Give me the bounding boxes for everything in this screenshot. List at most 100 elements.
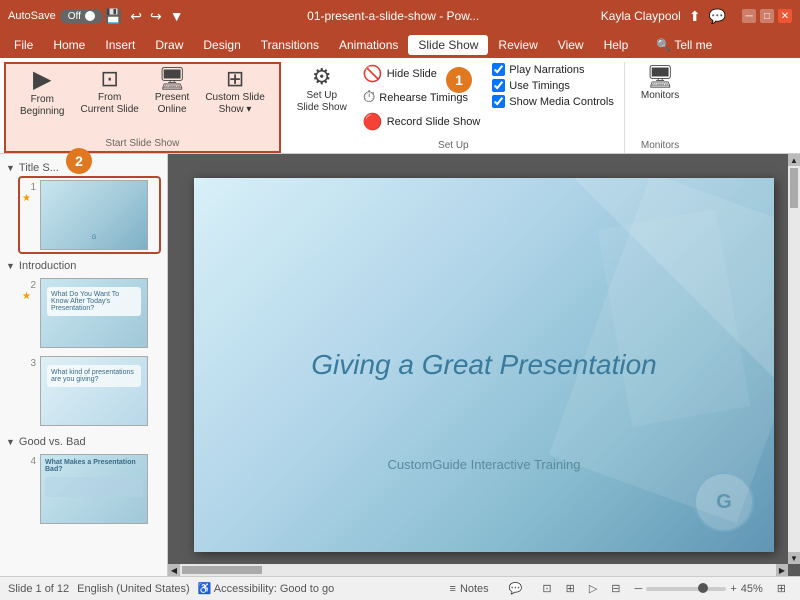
menu-review[interactable]: Review bbox=[488, 35, 547, 55]
comments-icon[interactable]: 💬 bbox=[709, 8, 726, 25]
from-current-label: FromCurrent Slide bbox=[80, 92, 138, 116]
present-online-button[interactable]: 🖥 PresentOnline bbox=[149, 64, 195, 120]
save-icon[interactable]: 💾 bbox=[103, 6, 124, 27]
record-icon: 🔴 bbox=[363, 112, 383, 132]
share-icon[interactable]: ⬆ bbox=[689, 8, 701, 25]
scroll-track-v[interactable] bbox=[788, 166, 800, 552]
show-media-controls-row[interactable]: Show Media Controls bbox=[490, 94, 616, 109]
menu-home[interactable]: Home bbox=[43, 35, 95, 55]
horizontal-scrollbar[interactable]: ◀ ▶ bbox=[168, 564, 788, 576]
scroll-right-button[interactable]: ▶ bbox=[776, 564, 788, 576]
title-right: Kayla Claypool ⬆ 💬 ─ □ ✕ bbox=[601, 8, 792, 25]
section-title[interactable]: ▼ Title S... bbox=[4, 158, 163, 176]
rehearse-timings-button[interactable]: ⏱ Rehearse Timings bbox=[357, 87, 486, 109]
slide-4-star: ★ bbox=[22, 467, 36, 478]
notes-button[interactable]: ≡ Notes bbox=[444, 581, 495, 597]
custom-slide-show-button[interactable]: ⊞ Custom SlideShow ▾ bbox=[199, 64, 270, 120]
menu-search[interactable]: 🔍 Tell me bbox=[646, 35, 722, 55]
slide-3-star: ★ bbox=[22, 369, 36, 380]
slide-thumb-3[interactable]: 3 ★ What kind of presentations are you g… bbox=[20, 354, 159, 428]
document-title: 01-present-a-slide-show - Pow... bbox=[186, 9, 601, 23]
menu-draw[interactable]: Draw bbox=[145, 35, 193, 55]
scroll-down-button[interactable]: ▼ bbox=[788, 552, 800, 564]
setup-label-group: Set Up bbox=[291, 138, 616, 153]
ribbon-group-start-slideshow: ▶ FromBeginning ⊡ FromCurrent Slide 🖥 Pr… bbox=[4, 62, 281, 153]
presenter-view-button[interactable]: ⊟ bbox=[605, 580, 626, 597]
menu-slideshow[interactable]: Slide Show bbox=[408, 35, 488, 55]
scroll-up-button[interactable]: ▲ bbox=[788, 154, 800, 166]
record-slideshow-button[interactable]: 🔴 Record Slide Show bbox=[357, 110, 486, 134]
normal-view-button[interactable]: ⊡ bbox=[536, 580, 557, 597]
section-intro-arrow: ▼ bbox=[6, 261, 15, 271]
autosave-label: AutoSave bbox=[8, 10, 56, 22]
menu-bar: File Home Insert Draw Design Transitions… bbox=[0, 32, 800, 58]
setup-buttons: ⚙ Set UpSlide Show 🚫 Hide Slide ⏱ Rehear… bbox=[291, 62, 616, 138]
slide-4-num: 4 bbox=[22, 454, 36, 467]
scroll-thumb-v[interactable] bbox=[790, 168, 798, 208]
zoom-out-button[interactable]: ─ bbox=[635, 583, 643, 595]
play-narrations-checkbox[interactable] bbox=[492, 63, 505, 76]
menu-help[interactable]: Help bbox=[594, 35, 639, 55]
scroll-left-button[interactable]: ◀ bbox=[168, 564, 180, 576]
slide-thumb-4[interactable]: 4 ★ What Makes a Presentation Bad? bbox=[20, 452, 159, 526]
reading-view-button[interactable]: ▷ bbox=[583, 580, 603, 597]
slide-1-num-area: 1 ★ bbox=[22, 180, 36, 204]
zoom-control: ─ + 45% bbox=[635, 583, 763, 595]
slide-1-thumbnail: G bbox=[40, 180, 148, 250]
customize-icon[interactable]: ▼ bbox=[168, 6, 186, 26]
close-button[interactable]: ✕ bbox=[778, 9, 792, 23]
from-current-slide-button[interactable]: ⊡ FromCurrent Slide bbox=[74, 64, 144, 120]
menu-animations[interactable]: Animations bbox=[329, 35, 408, 55]
section-goodbad-label: Good vs. Bad bbox=[19, 436, 86, 448]
monitors-icon: 🖥 bbox=[646, 66, 674, 88]
username: Kayla Claypool bbox=[601, 9, 681, 23]
monitors-btn-label: Monitors bbox=[641, 90, 679, 102]
slide-sorter-button[interactable]: ⊞ bbox=[560, 580, 581, 597]
redo-icon[interactable]: ↪ bbox=[148, 6, 164, 27]
menu-file[interactable]: File bbox=[4, 35, 43, 55]
from-beginning-label: FromBeginning bbox=[20, 94, 64, 118]
scroll-thumb-h[interactable] bbox=[182, 566, 262, 574]
hide-slide-button[interactable]: 🚫 Hide Slide bbox=[357, 62, 486, 86]
record-label: Record Slide Show bbox=[387, 116, 481, 128]
status-left: Slide 1 of 12 English (United States) ♿ … bbox=[8, 582, 436, 595]
slide-thumb-1[interactable]: 1 ★ G bbox=[20, 178, 159, 252]
present-online-icon: 🖥 bbox=[158, 68, 186, 90]
ribbon: ▶ FromBeginning ⊡ FromCurrent Slide 🖥 Pr… bbox=[0, 58, 800, 154]
use-timings-checkbox[interactable] bbox=[492, 79, 505, 92]
section-title-label: Title S... bbox=[19, 162, 59, 174]
maximize-button[interactable]: □ bbox=[760, 9, 774, 23]
monitors-button[interactable]: 🖥 Monitors bbox=[635, 62, 685, 106]
title-bar: AutoSave Off 💾 ↩ ↪ ▼ 01-present-a-slide-… bbox=[0, 0, 800, 32]
present-online-label: PresentOnline bbox=[155, 92, 189, 116]
show-media-checkbox[interactable] bbox=[492, 95, 505, 108]
use-timings-row[interactable]: Use Timings bbox=[490, 78, 616, 93]
vertical-scrollbar[interactable]: ▲ ▼ bbox=[788, 154, 800, 564]
play-narrations-row[interactable]: Play Narrations bbox=[490, 62, 616, 77]
slide-subtitle: CustomGuide Interactive Training bbox=[194, 457, 774, 472]
slide-thumb-2[interactable]: 2 ★ What Do You Want To Know After Today… bbox=[20, 276, 159, 350]
undo-icon[interactable]: ↩ bbox=[128, 6, 144, 27]
minimize-button[interactable]: ─ bbox=[742, 9, 756, 23]
slide-panel[interactable]: ▼ Title S... 1 ★ G ▼ Introduction 2 bbox=[0, 154, 168, 576]
zoom-in-button[interactable]: + bbox=[730, 583, 736, 595]
scroll-track-h[interactable] bbox=[180, 564, 776, 576]
menu-design[interactable]: Design bbox=[193, 35, 250, 55]
section-introduction[interactable]: ▼ Introduction bbox=[4, 256, 163, 274]
menu-transitions[interactable]: Transitions bbox=[251, 35, 329, 55]
autosave-toggle[interactable]: Off bbox=[60, 9, 103, 24]
menu-view[interactable]: View bbox=[548, 35, 594, 55]
slide-2-num-area: 2 ★ bbox=[22, 278, 36, 302]
from-beginning-icon: ▶ bbox=[33, 68, 51, 92]
hide-slide-icon: 🚫 bbox=[363, 64, 383, 84]
from-beginning-button[interactable]: ▶ FromBeginning bbox=[14, 64, 70, 122]
slide-canvas: Giving a Great Presentation CustomGuide … bbox=[194, 178, 774, 552]
fit-to-window-button[interactable]: ⊞ bbox=[771, 580, 792, 597]
slide-3-thumbnail: What kind of presentations are you givin… bbox=[40, 356, 148, 426]
menu-insert[interactable]: Insert bbox=[95, 35, 145, 55]
comments-status-button[interactable]: 💬 bbox=[503, 580, 529, 597]
setup-slideshow-button[interactable]: ⚙ Set UpSlide Show bbox=[291, 62, 353, 118]
section-goodbad[interactable]: ▼ Good vs. Bad bbox=[4, 432, 163, 450]
section-intro-slides: 2 ★ What Do You Want To Know After Today… bbox=[4, 274, 163, 432]
zoom-slider[interactable] bbox=[646, 587, 726, 591]
